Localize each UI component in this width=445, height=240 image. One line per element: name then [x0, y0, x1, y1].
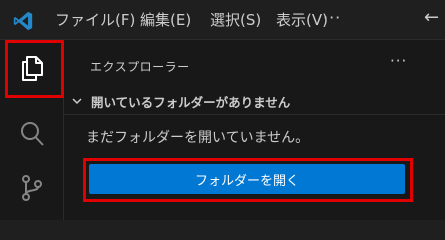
activity-source-control-button[interactable] — [0, 160, 64, 216]
menu-selection[interactable]: 選択(S) — [210, 10, 261, 30]
menu-edit[interactable]: 編集(E) — [140, 10, 191, 30]
explorer-more-icon[interactable]: ··· — [390, 52, 407, 70]
menu-more-icon[interactable]: ··· — [323, 8, 341, 27]
title-bar: ファイル(F) 編集(E) 選択(S) 表示(V) ··· ← — [0, 0, 445, 40]
activity-search-button[interactable] — [0, 106, 64, 162]
back-arrow-icon[interactable]: ← — [424, 7, 439, 28]
vscode-logo-icon — [13, 11, 33, 31]
source-control-icon — [22, 175, 42, 201]
no-folder-message: まだフォルダーを開いていません。 — [86, 130, 310, 146]
chevron-down-icon — [72, 98, 82, 105]
section-label: 開いているフォルダーがありません — [91, 95, 291, 110]
menu-file[interactable]: ファイル(F) — [55, 10, 135, 30]
highlight-explorer-box — [5, 40, 64, 98]
explorer-title: エクスプローラー — [90, 60, 190, 74]
search-icon — [21, 122, 44, 146]
menu-view[interactable]: 表示(V) — [276, 10, 328, 30]
no-folder-section-header[interactable]: 開いているフォルダーがありません — [64, 90, 445, 112]
highlight-open-folder-box — [83, 158, 413, 202]
